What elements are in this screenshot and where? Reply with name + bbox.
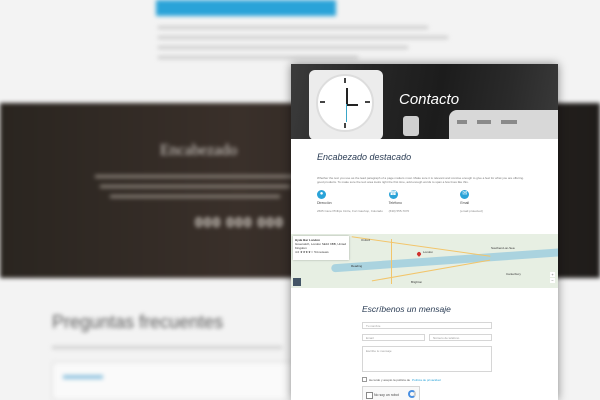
background-text (158, 26, 448, 66)
hero-banner: Contacto (291, 64, 558, 139)
phone-field[interactable]: Número de teléfono (429, 334, 492, 341)
page-title: Contacto (399, 91, 460, 108)
recaptcha-logo-icon (408, 390, 416, 398)
privacy-consent: He leído y acepto la política de Polític… (362, 377, 492, 382)
zoom-out-button[interactable]: − (550, 278, 555, 283)
background-faq-title: Preguntas frecuentes (52, 312, 224, 332)
phone-icon: ☎ (388, 190, 398, 199)
background-hero-title: Encabezado (160, 142, 238, 159)
location-icon: ● (317, 190, 326, 199)
privacy-policy-link[interactable]: Política de privacidad (412, 378, 441, 382)
background-hero-number: 000 000 000 (195, 214, 284, 230)
info-address: ● Dirección 2605 Cane Phillips Circle, F… (317, 190, 383, 213)
recaptcha-widget: No soy un robot (362, 386, 420, 400)
email-field[interactable]: Email (362, 334, 425, 341)
featured-heading: Encabezado destacado (317, 152, 412, 162)
email-icon: ✉ (460, 190, 470, 199)
pen-icon (403, 116, 419, 136)
info-phone: ☎ Teléfono (630) 555-7070 (388, 190, 410, 213)
laptop-icon (449, 110, 558, 139)
info-email: ✉ Email [email protected] (460, 190, 483, 213)
contact-info-row: ● Dirección 2605 Cane Phillips Circle, F… (317, 190, 532, 213)
contact-page-card: Contacto Encabezado destacado Whether th… (291, 64, 558, 400)
description: Whether the text you use as the lead par… (317, 176, 532, 184)
map-layer-thumbnail[interactable] (293, 278, 301, 286)
zoom-in-button[interactable]: + (550, 272, 555, 277)
name-field[interactable]: Tu nombre (362, 322, 492, 329)
background-faq-item (52, 362, 294, 400)
recaptcha-checkbox[interactable] (366, 392, 373, 399)
clock-icon (309, 70, 383, 139)
background-top-button (156, 0, 336, 16)
privacy-checkbox[interactable] (362, 377, 367, 382)
map-place-card[interactable]: Hyde Bar London Greenwich, London SE10 9… (293, 236, 349, 260)
message-field[interactable]: Escribe tu mensaje (362, 346, 492, 372)
description-line: good products. To make sure the text are… (317, 180, 469, 184)
map-pin-icon[interactable] (416, 251, 422, 257)
form-title: Escríbenos un mensaje (362, 304, 451, 314)
embedded-map[interactable]: Hyde Bar London Greenwich, London SE10 9… (291, 234, 558, 288)
contact-form: Escríbenos un mensaje Tu nombre Email Nú… (362, 304, 492, 400)
